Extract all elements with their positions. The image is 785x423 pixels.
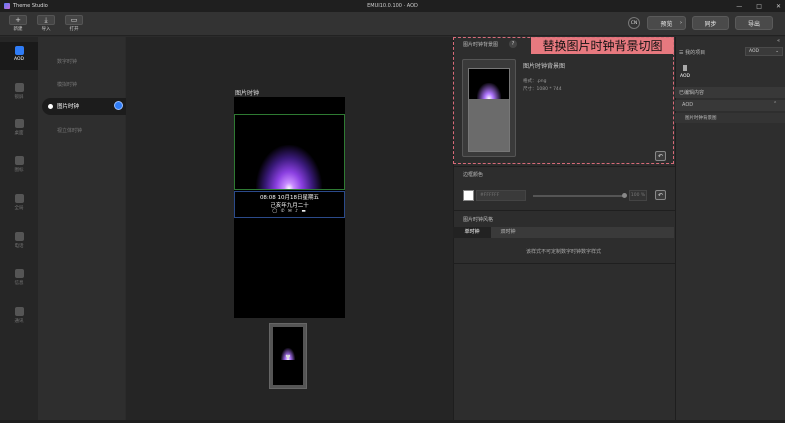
- rail-label: 锁屏: [14, 95, 24, 100]
- clock-item-image[interactable]: 图片时钟: [42, 98, 126, 115]
- divider: [453, 166, 675, 167]
- highlight-box: [453, 37, 674, 164]
- my-items-label: ☰ 我的项目: [679, 49, 705, 56]
- heart-icon: ♥: [285, 354, 291, 361]
- contacts-icon: [14, 307, 24, 316]
- lock-icon: [14, 83, 24, 92]
- chevron-down-icon: ›: [680, 20, 682, 26]
- phone-icon: [14, 232, 24, 241]
- clock-style-tabs: 单时钟 双时钟: [453, 227, 674, 238]
- divider: [453, 263, 675, 264]
- aod-item-label[interactable]: AOD: [680, 74, 690, 79]
- new-button[interactable]: + 新建: [8, 15, 28, 35]
- sync-button[interactable]: 同步: [692, 16, 729, 30]
- import-icon: ⤓: [37, 15, 55, 25]
- rail-label: AOD: [13, 57, 24, 62]
- edited-group-label: AOD: [682, 102, 694, 108]
- clock-item-analog[interactable]: 模拟时钟: [57, 81, 77, 88]
- preview-label: 预览: [660, 20, 673, 28]
- import-label: 导入: [41, 27, 51, 32]
- opacity-slider[interactable]: [533, 193, 627, 198]
- time-date-text: 08:08 10月18日星期五: [259, 195, 320, 201]
- desktop-icon: [14, 119, 24, 128]
- color-swatch[interactable]: [463, 190, 474, 201]
- tab-single-clock[interactable]: 单时钟: [453, 227, 491, 238]
- left-rail: AOD 锁屏 桌面 图标 全局 电话 信息 通讯: [0, 37, 38, 423]
- clock-type-list: 数字时钟 模拟时钟 视立体时钟: [38, 37, 125, 423]
- rail-label: 信息: [14, 281, 24, 286]
- grid-icon: [14, 156, 24, 165]
- message-icon: [14, 269, 24, 278]
- collapse-icon[interactable]: «: [777, 38, 780, 44]
- rail-item-aod[interactable]: AOD: [0, 42, 38, 70]
- document-title: EMUI10.0.100 · AOD: [367, 3, 418, 9]
- thumbnail-screen: ♥: [273, 327, 303, 385]
- style-note: 该样式不可定制数字时钟数字样式: [525, 249, 601, 255]
- select-value: AOD: [749, 49, 760, 54]
- import-button[interactable]: ⤓ 导入: [36, 15, 56, 35]
- reset-color-button[interactable]: ↶: [655, 190, 666, 200]
- rail-label: 全局: [14, 206, 24, 211]
- close-button[interactable]: ✕: [776, 3, 781, 10]
- rail-label: 桌面: [14, 131, 24, 136]
- rail-item-contacts[interactable]: 通讯: [0, 307, 38, 324]
- clock-item-3d[interactable]: 视立体时钟: [57, 127, 82, 134]
- rail-item-messages[interactable]: 信息: [0, 269, 38, 286]
- rail-item-desktop[interactable]: 桌面: [0, 119, 38, 136]
- preview-thumbnail[interactable]: ♥: [269, 323, 307, 389]
- new-label: 新建: [13, 27, 23, 32]
- rail-label: 图标: [14, 168, 24, 173]
- chevron-up-icon[interactable]: ⌃: [773, 101, 777, 107]
- maximize-button[interactable]: □: [756, 3, 762, 10]
- rail-item-lockscreen[interactable]: 锁屏: [0, 83, 38, 100]
- hex-color-input[interactable]: #FFFFFF: [476, 190, 526, 201]
- minimize-button[interactable]: —: [736, 3, 742, 10]
- folder-icon: ▭: [65, 15, 83, 25]
- window-controls: — □ ✕: [736, 0, 781, 12]
- check-icon: [114, 101, 123, 110]
- undo-icon: ↶: [657, 191, 664, 199]
- open-label: 打开: [69, 27, 79, 32]
- rail-item-global[interactable]: 全局: [0, 194, 38, 211]
- edited-header-text: 已编辑内容: [679, 90, 705, 96]
- my-items-text: 我的项目: [685, 50, 706, 56]
- project-select[interactable]: AOD ⌄: [745, 47, 783, 56]
- edited-item-label: 图片时钟背景图: [685, 116, 717, 121]
- preview-dropdown[interactable]: 预览 ›: [647, 16, 686, 30]
- color-section-title: 边框颜色: [463, 172, 484, 178]
- tab-dual-clock[interactable]: 双时钟: [491, 227, 525, 238]
- global-icon: [14, 194, 24, 203]
- title-bar: Theme Studio EMUI10.0.100 · AOD — □ ✕: [0, 0, 785, 12]
- style-section-title: 图片时钟风格: [463, 217, 494, 223]
- plus-icon: +: [9, 15, 27, 25]
- chevron-down-icon: ⌄: [775, 49, 779, 54]
- slider-knob[interactable]: [622, 193, 627, 198]
- rail-item-icons[interactable]: 图标: [0, 156, 38, 173]
- selected-dot-icon: [48, 104, 53, 109]
- export-button[interactable]: 导出: [735, 16, 773, 30]
- open-button[interactable]: ▭ 打开: [64, 15, 84, 35]
- lunar-date-text: 己亥年九月二十: [270, 203, 309, 209]
- phone-preview: 08:08 10月18日星期五 己亥年九月二十 ◯ ✆ ✉ ♪ ▬: [234, 97, 345, 318]
- aod-icon: [14, 46, 24, 55]
- language-toggle[interactable]: CN: [628, 17, 640, 29]
- divider: [453, 210, 675, 211]
- preview-title: 图片时钟: [235, 90, 260, 97]
- rail-label: 电话: [14, 244, 24, 249]
- clock-item-digital[interactable]: 数字时钟: [57, 58, 77, 65]
- rail-item-phone[interactable]: 电话: [0, 232, 38, 249]
- opacity-value[interactable]: 100 %: [629, 190, 647, 201]
- status-icons: ◯ ✆ ✉ ♪ ▬: [272, 209, 307, 214]
- aod-item-icon: [683, 65, 687, 71]
- clock-item-label: 图片时钟: [57, 104, 80, 110]
- planet-glow-image: [256, 145, 322, 189]
- rail-label: 通讯: [14, 319, 24, 324]
